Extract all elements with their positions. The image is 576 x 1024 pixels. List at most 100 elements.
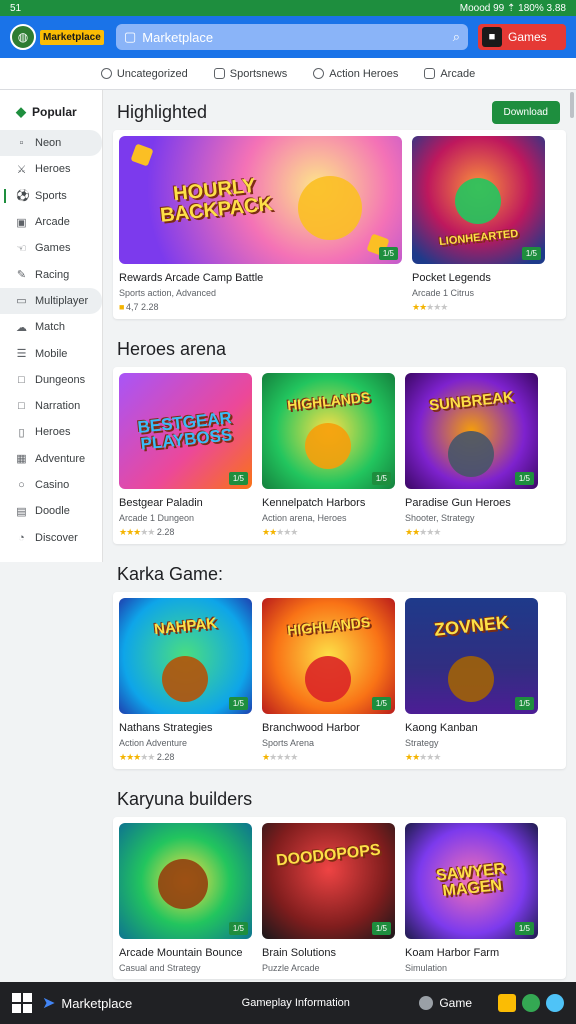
search-input[interactable]: ▢ Marketplace ⌕ xyxy=(116,24,468,50)
sidebar-item-adventure[interactable]: ▦ Adventure xyxy=(0,446,102,472)
games-button[interactable]: ■ Games xyxy=(478,24,566,50)
mascot-image xyxy=(305,656,351,702)
game-thumbnail[interactable]: LIONHEARTED 1/5 xyxy=(412,136,545,264)
search-placeholder: Marketplace xyxy=(142,29,214,45)
sidebar-item-neon[interactable]: ▫ Neon xyxy=(0,130,102,157)
games-label: Games xyxy=(508,30,547,44)
taskbar-app[interactable]: ➤ Marketplace xyxy=(42,993,132,1013)
game-card[interactable]: BESTGEAR PLAYBOSS 1/5 Bestgear Paladin A… xyxy=(119,373,252,538)
game-rating: ★★★★★ xyxy=(262,752,395,763)
app-logo[interactable]: ◍ Marketplace xyxy=(10,22,106,52)
sidebar-item-casino[interactable]: ○ Casino xyxy=(0,472,102,498)
game-card[interactable]: 1/5 Arcade Mountain Bounce Casual and St… xyxy=(119,823,252,973)
sidebar-item-dungeons[interactable]: □ Dungeons xyxy=(0,367,102,393)
sidebar-item-discover[interactable]: ◔ Discover xyxy=(0,524,102,550)
sidebar-item-heroes-2[interactable]: ▯ Heroes xyxy=(0,419,102,445)
section-title: Karyuna builders xyxy=(117,788,253,809)
game-thumbnail[interactable]: HOURLY BACKPACK 1/5 xyxy=(119,136,402,264)
sidebar-item-mobile[interactable]: ☰ Mobile xyxy=(0,340,102,366)
game-thumbnail[interactable]: 1/5 xyxy=(119,823,252,939)
shield-icon xyxy=(313,68,325,79)
section-karka-game: Karka Game: NAHPAK 1/5 Nathans Strategie… xyxy=(113,556,566,769)
thumbnail-title: SAWYER MAGEN xyxy=(435,860,506,901)
game-card[interactable]: HIGHLANDS 1/5 Branchwood Harbor Sports A… xyxy=(262,598,395,763)
sidebar-item-label: Neon xyxy=(35,137,62,150)
game-card[interactable]: ZOVNEK 1/5 Kaong Kanban Strategy ★★★★★ xyxy=(405,598,538,763)
game-thumbnail[interactable]: BESTGEAR PLAYBOSS 1/5 xyxy=(119,373,252,489)
filter-chip[interactable]: Arcade xyxy=(424,68,475,80)
rating-badge: 1/5 xyxy=(514,472,534,485)
folder-icon[interactable] xyxy=(498,994,516,1012)
filter-chip[interactable]: Sportsnews xyxy=(213,68,287,80)
mascot-image xyxy=(448,656,494,702)
game-card[interactable]: HOURLY BACKPACK 1/5 Rewards Arcade Camp … xyxy=(119,136,402,313)
star-rating-icon: ★★★★★ xyxy=(119,527,155,537)
filter-bar: Uncategorized Sportsnews Action Heroes A… xyxy=(0,58,576,90)
game-card[interactable]: NAHPAK 1/5 Nathans Strategies Action Adv… xyxy=(119,598,252,763)
search-icon[interactable]: ⌕ xyxy=(453,29,460,45)
thumbnail-title: LIONHEARTED xyxy=(438,227,519,248)
game-card[interactable] xyxy=(555,136,560,313)
search-box-icon: ▢ xyxy=(124,29,137,44)
sidebar-item-multiplayer[interactable]: ▭ Multiplayer xyxy=(0,287,102,315)
game-thumbnail[interactable]: SAWYER MAGEN 1/5 xyxy=(405,823,538,939)
sidebar-item-heroes[interactable]: ⚔ Heroes xyxy=(0,156,102,182)
pencil-icon: ✎ xyxy=(16,269,27,282)
scrollbar[interactable] xyxy=(570,92,574,118)
game-name: Bestgear Paladin xyxy=(119,497,203,509)
star-rating-icon: ★★★★★ xyxy=(119,752,155,762)
filter-chip[interactable]: Uncategorized xyxy=(100,68,188,80)
sidebar-item-label: Narration xyxy=(35,400,81,413)
game-thumbnail[interactable]: ZOVNEK 1/5 xyxy=(405,598,538,714)
game-thumbnail[interactable]: SUNBREAK 1/5 xyxy=(405,373,538,489)
game-card[interactable]: HIGHLANDS 1/5 Kennelpatch Harbors Action… xyxy=(262,373,395,538)
phone-icon[interactable] xyxy=(522,994,540,1012)
sidebar-item-games[interactable]: ☜ Games xyxy=(0,235,102,261)
thumbnail-title: BESTGEAR PLAYBOSS xyxy=(136,408,234,454)
sidebar-header[interactable]: ◆ Popular xyxy=(0,100,102,130)
game-thumbnail[interactable]: HIGHLANDS 1/5 xyxy=(262,598,395,714)
status-left: 51 xyxy=(10,2,22,14)
section-title: Karka Game: xyxy=(117,563,224,584)
game-thumbnail[interactable]: HIGHLANDS 1/5 xyxy=(262,373,395,489)
hand-icon: ☜ xyxy=(16,242,27,255)
game-name: Koam Harbor Farm xyxy=(405,947,500,959)
game-subtitle: Shooter, Strategy xyxy=(405,513,475,523)
card-row: HOURLY BACKPACK 1/5 Rewards Arcade Camp … xyxy=(113,130,566,319)
sidebar-item-arcade[interactable]: ▣ Arcade xyxy=(0,209,102,235)
download-button[interactable]: Download xyxy=(491,100,560,124)
sidebar-item-racing[interactable]: ✎ Racing xyxy=(0,261,102,287)
mascot-image xyxy=(448,431,494,477)
game-name: Branchwood Harbor xyxy=(262,722,360,734)
ball-icon xyxy=(213,68,225,79)
doc-icon: ▤ xyxy=(16,505,27,518)
taskbar-game[interactable]: Game xyxy=(419,996,472,1010)
game-card[interactable]: LIONHEARTED 1/5 Pocket Legends Arcade 1 … xyxy=(412,136,545,313)
game-thumbnail[interactable]: DOODOPOPS 1/5 xyxy=(262,823,395,939)
mascot-image xyxy=(455,178,501,224)
sidebar-item-doodle[interactable]: ▤ Doodle xyxy=(0,498,102,524)
game-card[interactable]: SUNBREAK 1/5 Paradise Gun Heroes Shooter… xyxy=(405,373,538,538)
thumbnail-title: DOODOPOPS xyxy=(275,841,382,870)
tray-icons xyxy=(498,994,564,1012)
game-card[interactable]: SAWYER MAGEN 1/5 Koam Harbor Farm Simula… xyxy=(405,823,538,973)
sidebar-item-label: Adventure xyxy=(35,452,86,465)
content-area: Highlighted Download HOURLY BACKPACK 1/5… xyxy=(103,90,576,982)
card-row: NAHPAK 1/5 Nathans Strategies Action Adv… xyxy=(113,592,566,769)
section-title: Heroes arena xyxy=(117,338,227,359)
sidebar-item-narration[interactable]: □ Narration xyxy=(0,393,102,419)
game-rating: ★★★★★ xyxy=(405,752,538,763)
sidebar-item-match[interactable]: ☁ Match xyxy=(0,314,102,340)
chat-icon[interactable] xyxy=(546,994,564,1012)
sidebar-item-sports[interactable]: ⚽ Sports xyxy=(0,183,102,209)
taskbar-app-label: Marketplace xyxy=(61,995,133,1011)
game-name: Nathans Strategies xyxy=(119,722,213,734)
apps-grid-icon[interactable] xyxy=(12,993,32,1013)
sidebar-item-label: Heroes xyxy=(35,426,71,439)
game-thumbnail[interactable]: NAHPAK 1/5 xyxy=(119,598,252,714)
card-row: 1/5 Arcade Mountain Bounce Casual and St… xyxy=(113,817,566,979)
filter-chip[interactable]: Action Heroes xyxy=(313,68,398,80)
game-card[interactable]: DOODOPOPS 1/5 Brain Solutions Puzzle Arc… xyxy=(262,823,395,973)
game-subtitle: Sports Arena xyxy=(262,738,315,748)
sidebar-item-label: Dungeons xyxy=(35,373,86,386)
